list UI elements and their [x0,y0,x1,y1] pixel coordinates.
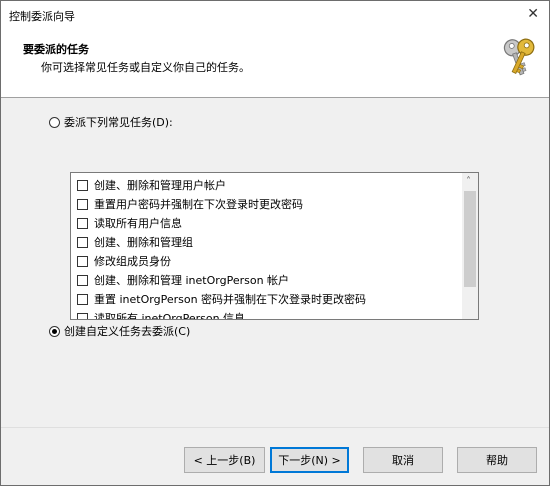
task-label: 修改组成员身份 [94,255,171,268]
list-item[interactable]: 读取所有用户信息 [77,215,182,231]
footer-divider [1,427,549,428]
cancel-button[interactable]: 取消 [363,447,443,473]
wizard-window: 控制委派向导 ✕ 要委派的任务 你可选择常见任务或自定义你自己的任务。 委派下列… [0,0,550,486]
list-item[interactable]: 创建、删除和管理用户帐户 [77,177,226,193]
title-bar: 控制委派向导 ✕ [1,1,549,29]
common-tasks-option[interactable]: 委派下列常见任务(D): [49,114,173,130]
back-button[interactable]: < 上一步(B) [184,447,265,473]
next-button[interactable]: 下一步(N) > [270,447,349,473]
task-checkbox[interactable] [77,255,88,267]
keys-icon [503,38,535,76]
list-item[interactable]: 创建、删除和管理 inetOrgPerson 帐户 [77,272,289,288]
task-checkbox[interactable] [77,236,88,248]
vertical-scrollbar[interactable]: ˄ [462,173,478,319]
task-listbox[interactable]: 创建、删除和管理用户帐户 重置用户密码并强制在下次登录时更改密码 读取所有用户信… [70,172,479,320]
help-button[interactable]: 帮助 [457,447,537,473]
custom-task-option[interactable]: 创建自定义任务去委派(C) [49,323,190,339]
common-tasks-label: 委派下列常见任务(D): [64,116,173,129]
task-label: 创建、删除和管理用户帐户 [94,179,226,192]
common-tasks-radio[interactable] [49,116,60,128]
close-icon[interactable]: ✕ [527,6,539,22]
task-label: 读取所有 inetOrgPerson 信息 [94,312,246,320]
task-checkbox[interactable] [77,293,88,305]
custom-task-radio[interactable] [49,325,60,337]
list-item[interactable]: 重置用户密码并强制在下次登录时更改密码 [77,196,303,212]
task-checkbox[interactable] [77,179,88,191]
task-checkbox[interactable] [77,312,88,319]
task-checkbox[interactable] [77,274,88,286]
list-item[interactable]: 重置 inetOrgPerson 密码并强制在下次登录时更改密码 [77,291,366,307]
custom-task-label: 创建自定义任务去委派(C) [64,325,191,338]
list-item[interactable]: 修改组成员身份 [77,253,171,269]
list-item[interactable]: 读取所有 inetOrgPerson 信息 [77,310,246,320]
list-item[interactable]: 创建、删除和管理组 [77,234,193,250]
window-title: 控制委派向导 [9,10,75,23]
task-checkbox[interactable] [77,198,88,210]
page-subtitle: 你可选择常见任务或自定义你自己的任务。 [41,61,250,74]
task-checkbox[interactable] [77,217,88,229]
task-label: 创建、删除和管理组 [94,236,193,249]
scroll-up-icon[interactable]: ˄ [466,176,471,187]
scroll-thumb[interactable] [464,191,476,287]
task-label: 创建、删除和管理 inetOrgPerson 帐户 [94,274,290,287]
wizard-header: 要委派的任务 你可选择常见任务或自定义你自己的任务。 [1,29,549,98]
task-label: 读取所有用户信息 [94,217,182,230]
page-title: 要委派的任务 [23,43,89,56]
task-label: 重置 inetOrgPerson 密码并强制在下次登录时更改密码 [94,293,367,306]
task-label: 重置用户密码并强制在下次登录时更改密码 [94,198,303,211]
